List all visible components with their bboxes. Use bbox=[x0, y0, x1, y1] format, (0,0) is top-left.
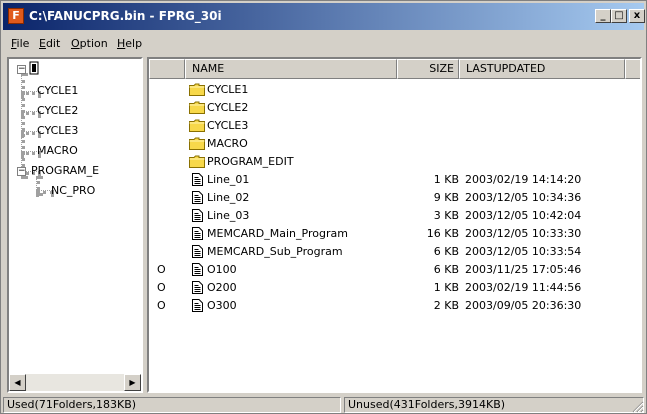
row-name: CYCLE3 bbox=[207, 119, 249, 132]
window-title: C:\FANUCPRG.bin - FPRG_30i bbox=[29, 9, 222, 23]
row-mark: O bbox=[157, 299, 166, 312]
folder-icon bbox=[189, 137, 205, 150]
row-name: Line_01 bbox=[207, 173, 250, 186]
folder-tree[interactable]: − CYCLE1 CYCLE2 CYCLE3 MACRO − PROGRAM_E… bbox=[7, 57, 143, 393]
row-lastupdated: 2003/09/05 20:36:30 bbox=[465, 299, 582, 312]
menu-help[interactable]: Help bbox=[117, 37, 142, 50]
minimize-button[interactable]: _ bbox=[595, 9, 611, 23]
status-unused: Unused(431Folders,3914KB) bbox=[344, 397, 644, 413]
row-lastupdated: 2003/12/05 10:33:54 bbox=[465, 245, 582, 258]
resize-grip-icon[interactable] bbox=[630, 399, 644, 413]
tree-item-cycle1[interactable]: CYCLE1 bbox=[37, 84, 78, 97]
list-row[interactable]: O O300 2 KB 2003/09/05 20:36:30 bbox=[149, 297, 640, 315]
list-row[interactable]: Line_02 9 KB 2003/12/05 10:34:36 bbox=[149, 189, 640, 207]
list-row[interactable]: O O100 6 KB 2003/11/25 17:05:46 bbox=[149, 261, 640, 279]
status-bar: Used(71Folders,183KB) Unused(431Folders,… bbox=[3, 397, 644, 413]
row-name: Line_03 bbox=[207, 209, 250, 222]
column-header-mark[interactable] bbox=[149, 59, 185, 79]
close-button[interactable]: x bbox=[629, 9, 645, 23]
row-size: 3 KB bbox=[433, 209, 459, 222]
tree-item-cycle2[interactable]: CYCLE2 bbox=[37, 104, 78, 117]
list-row[interactable]: MACRO bbox=[149, 135, 640, 153]
app-window: F C:\FANUCPRG.bin - FPRG_30i _ □ x File … bbox=[0, 0, 647, 414]
menu-file[interactable]: File bbox=[11, 37, 29, 50]
row-lastupdated: 2003/02/19 11:44:56 bbox=[465, 281, 582, 294]
list-row[interactable]: MEMCARD_Sub_Program 6 KB 2003/12/05 10:33:… bbox=[149, 243, 640, 261]
row-lastupdated: 2003/12/05 10:42:04 bbox=[465, 209, 582, 222]
list-row[interactable]: Line_01 1 KB 2003/02/19 14:14:20 bbox=[149, 171, 640, 189]
row-size: 9 KB bbox=[433, 191, 459, 204]
column-header-size[interactable]: SIZE bbox=[397, 59, 459, 79]
row-name: O300 bbox=[207, 299, 237, 312]
row-name: CYCLE2 bbox=[207, 101, 249, 114]
document-icon bbox=[189, 173, 205, 186]
tree-item-macro[interactable]: MACRO bbox=[37, 144, 78, 157]
list-row[interactable]: PROGRAM_EDIT bbox=[149, 153, 640, 171]
column-header-name[interactable]: NAME bbox=[185, 59, 397, 79]
list-row[interactable]: CYCLE3 bbox=[149, 117, 640, 135]
row-name: PROGRAM_EDIT bbox=[207, 155, 294, 168]
row-size: 6 KB bbox=[433, 245, 459, 258]
list-row[interactable]: CYCLE1 bbox=[149, 81, 640, 99]
scroll-left-icon[interactable]: ◀ bbox=[9, 374, 26, 391]
row-name: MEMCARD_Sub_Program bbox=[207, 245, 343, 258]
row-size: 16 KB bbox=[426, 227, 459, 240]
document-icon bbox=[189, 281, 205, 294]
row-name: Line_02 bbox=[207, 191, 250, 204]
tree-item-program-edit[interactable]: PROGRAM_E bbox=[31, 164, 99, 177]
column-header-filler bbox=[625, 59, 640, 79]
row-name: O100 bbox=[207, 263, 237, 276]
row-lastupdated: 2003/02/19 14:14:20 bbox=[465, 173, 582, 186]
row-size: 6 KB bbox=[433, 263, 459, 276]
document-icon bbox=[189, 227, 205, 240]
row-name: MACRO bbox=[207, 137, 248, 150]
document-icon bbox=[189, 245, 205, 258]
document-icon bbox=[189, 263, 205, 276]
scroll-right-icon[interactable]: ▶ bbox=[124, 374, 141, 391]
row-name: O200 bbox=[207, 281, 237, 294]
row-lastupdated: 2003/12/05 10:34:36 bbox=[465, 191, 582, 204]
menu-bar: File Edit Option Help bbox=[3, 32, 644, 54]
document-icon bbox=[189, 191, 205, 204]
row-size: 1 KB bbox=[433, 173, 459, 186]
folder-icon bbox=[189, 155, 205, 168]
row-name: CYCLE1 bbox=[207, 83, 249, 96]
menu-edit[interactable]: Edit bbox=[39, 37, 60, 50]
tree-horizontal-scrollbar[interactable]: ◀ ▶ bbox=[9, 374, 141, 391]
tree-collapse-program-edit[interactable]: − bbox=[17, 167, 26, 176]
list-row[interactable]: MEMCARD_Main_Program 16 KB 2003/12/05 10:3… bbox=[149, 225, 640, 243]
column-header-lastupdated[interactable]: LASTUPDATED bbox=[459, 59, 625, 79]
maximize-button[interactable]: □ bbox=[611, 9, 627, 23]
status-used: Used(71Folders,183KB) bbox=[3, 397, 341, 413]
row-mark: O bbox=[157, 281, 166, 294]
memory-card-icon bbox=[29, 61, 39, 78]
folder-icon bbox=[189, 119, 205, 132]
menu-option[interactable]: Option bbox=[71, 37, 108, 50]
file-list[interactable]: NAME SIZE LASTUPDATED CYCLE1 CYCLE2 CYCLE3… bbox=[147, 57, 642, 393]
list-row[interactable]: Line_03 3 KB 2003/12/05 10:42:04 bbox=[149, 207, 640, 225]
row-lastupdated: 2003/12/05 10:33:30 bbox=[465, 227, 582, 240]
document-icon bbox=[189, 209, 205, 222]
tree-collapse-root[interactable]: − bbox=[17, 65, 26, 74]
tree-item-cycle3[interactable]: CYCLE3 bbox=[37, 124, 78, 137]
row-mark: O bbox=[157, 263, 166, 276]
tree-item-nc-program[interactable]: NC_PRO bbox=[51, 184, 95, 197]
list-row[interactable]: O O200 1 KB 2003/02/19 11:44:56 bbox=[149, 279, 640, 297]
row-lastupdated: 2003/11/25 17:05:46 bbox=[465, 263, 582, 276]
row-size: 2 KB bbox=[433, 299, 459, 312]
list-row[interactable]: CYCLE2 bbox=[149, 99, 640, 117]
title-bar[interactable]: F C:\FANUCPRG.bin - FPRG_30i _ □ x bbox=[3, 3, 645, 30]
document-icon bbox=[189, 299, 205, 312]
row-size: 1 KB bbox=[433, 281, 459, 294]
row-name: MEMCARD_Main_Program bbox=[207, 227, 348, 240]
folder-icon bbox=[189, 83, 205, 96]
folder-icon bbox=[189, 101, 205, 114]
app-logo-icon[interactable]: F bbox=[8, 8, 24, 24]
